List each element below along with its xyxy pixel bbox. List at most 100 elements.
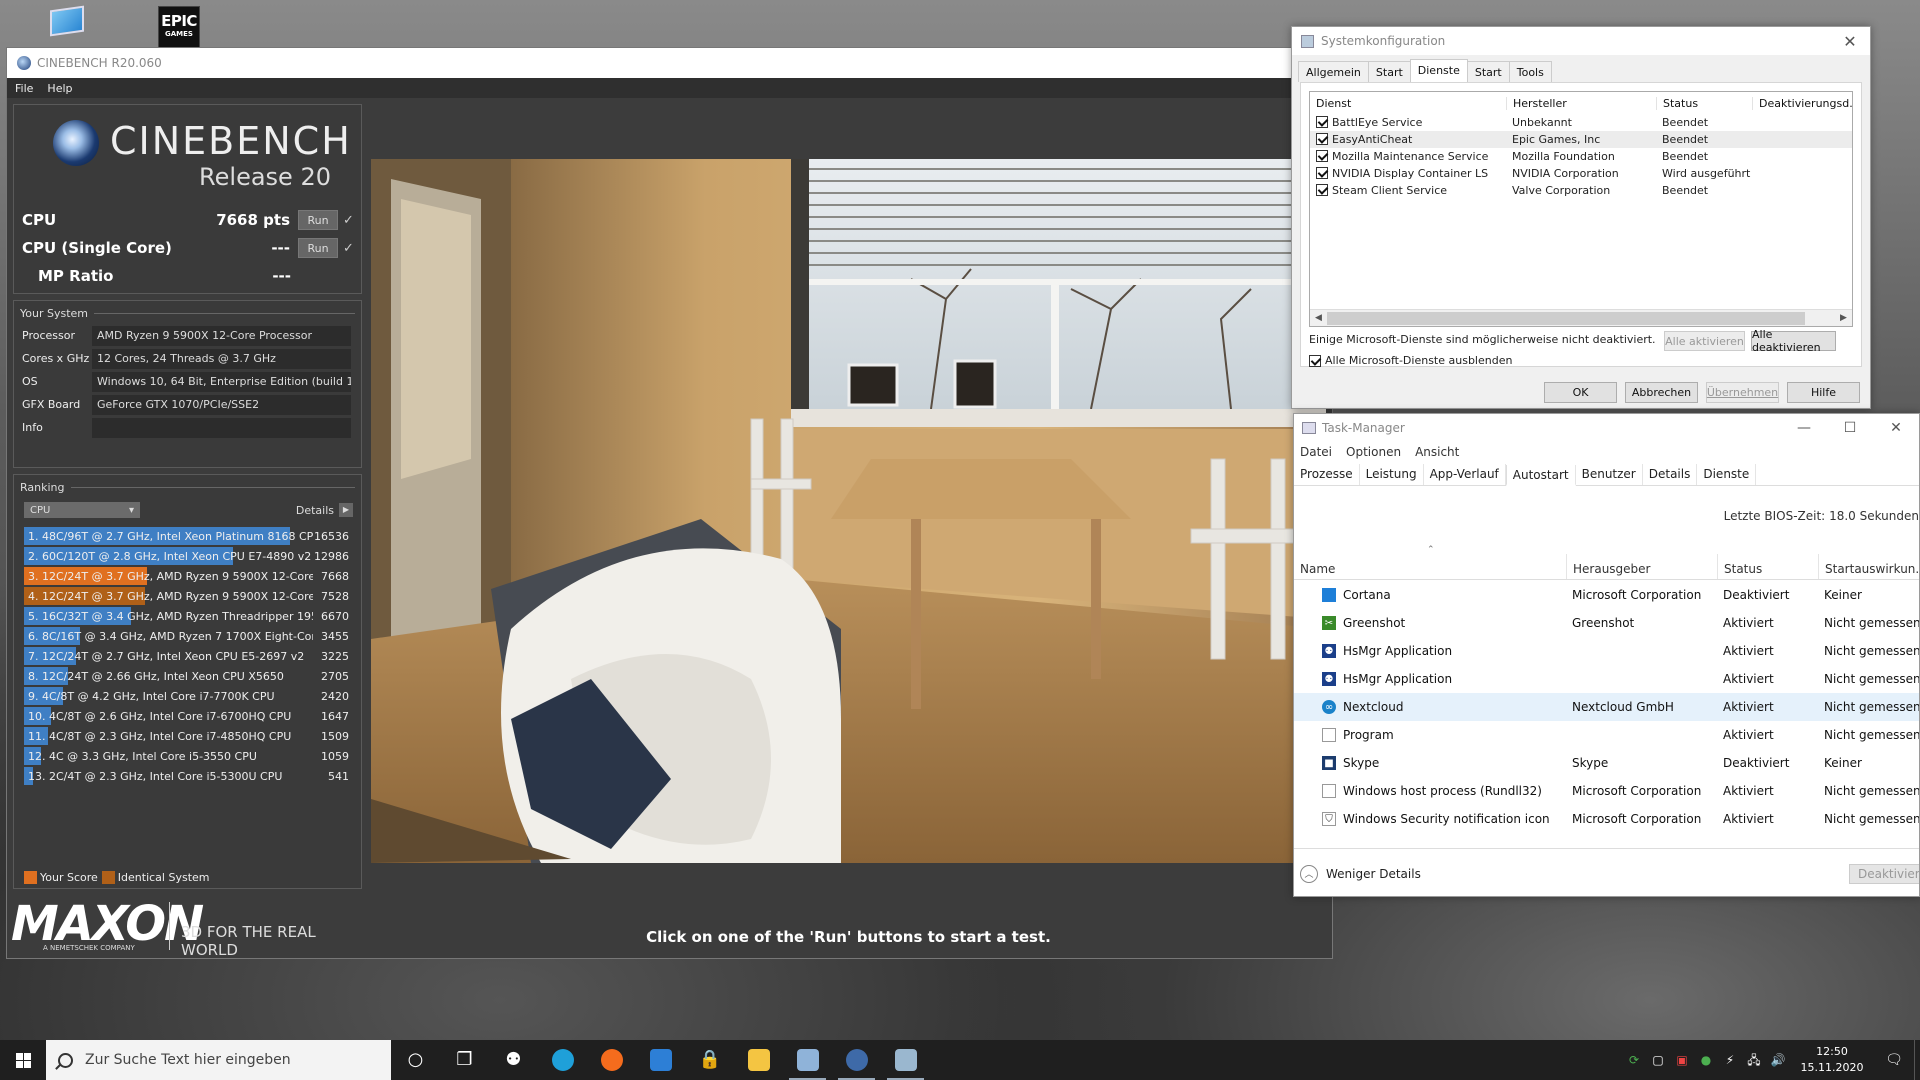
startup-row[interactable]: ⛉ Windows Security notification icon Micro… bbox=[1294, 805, 1919, 833]
taskbar-firefox[interactable] bbox=[587, 1040, 636, 1080]
system-row-value[interactable]: 12 Cores, 24 Threads @ 3.7 GHz bbox=[92, 348, 351, 369]
service-row[interactable]: BattlEye Service Unbekannt Beendet bbox=[1310, 114, 1852, 131]
run-single-core-button[interactable]: Run bbox=[298, 238, 338, 258]
service-row[interactable]: Steam Client Service Valve Corporation Bee… bbox=[1310, 182, 1852, 199]
hide-microsoft-services-checkbox[interactable]: Alle Microsoft-Dienste ausblenden bbox=[1309, 354, 1512, 367]
syscfg-titlebar[interactable]: Systemkonfiguration ✕ bbox=[1292, 27, 1870, 55]
taskbar-cortana-circle[interactable]: ○ bbox=[391, 1040, 440, 1080]
menu-datei[interactable]: Datei bbox=[1300, 445, 1332, 459]
col-hersteller[interactable]: Hersteller bbox=[1506, 96, 1656, 110]
scrollbar-thumb[interactable] bbox=[1327, 311, 1805, 325]
startup-row[interactable]: Cortana Microsoft Corporation Deaktiviert K… bbox=[1294, 581, 1919, 609]
taskbar-cinebench[interactable] bbox=[832, 1040, 881, 1080]
network-icon[interactable]: 🖧 bbox=[1746, 1052, 1762, 1068]
run-cpu-button[interactable]: Run bbox=[298, 210, 338, 230]
taskbar-search-box[interactable]: Zur Suche Text hier eingeben bbox=[46, 1040, 391, 1080]
syscfg-tab[interactable]: Start bbox=[1367, 61, 1411, 82]
taskbar-edge[interactable] bbox=[538, 1040, 587, 1080]
startup-row[interactable]: Windows host process (Rundll32) Microsoft… bbox=[1294, 777, 1919, 805]
apply-button[interactable]: Übernehmen bbox=[1706, 382, 1779, 403]
service-row[interactable]: NVIDIA Display Container LS NVIDIA Corpor… bbox=[1310, 165, 1852, 182]
ranking-item[interactable]: 8. 12C/24T @ 2.66 GHz, Intel Xeon CPU X5… bbox=[24, 666, 353, 686]
menu-help[interactable]: Help bbox=[47, 82, 72, 95]
startup-row[interactable]: ✂ Greenshot Greenshot Aktiviert Nicht gemess… bbox=[1294, 609, 1919, 637]
menu-ansicht[interactable]: Ansicht bbox=[1415, 445, 1459, 459]
close-icon[interactable]: ✕ bbox=[1830, 32, 1870, 51]
startup-row[interactable]: ∞ Nextcloud Nextcloud GmbH Aktiviert Nicht g… bbox=[1294, 693, 1919, 721]
check-icon[interactable]: ✓ bbox=[343, 213, 355, 228]
cancel-button[interactable]: Abbrechen bbox=[1625, 382, 1698, 403]
taskbar-mail[interactable] bbox=[636, 1040, 685, 1080]
system-row-value[interactable]: AMD Ryzen 9 5900X 12-Core Processor bbox=[92, 325, 351, 346]
syscfg-tab[interactable]: Start bbox=[1466, 61, 1510, 82]
taskmgr-tab[interactable]: Leistung bbox=[1360, 464, 1424, 485]
taskmgr-tab[interactable]: Dienste bbox=[1697, 464, 1757, 485]
col-deaktivierungsdatum[interactable]: Deaktivierungsd. bbox=[1752, 96, 1852, 110]
startup-row[interactable]: ⚉ HsMgr Application Aktiviert Nicht gemesse… bbox=[1294, 665, 1919, 693]
ranking-item[interactable]: 13. 2C/4T @ 2.3 GHz, Intel Core i5-5300U… bbox=[24, 766, 353, 786]
syscfg-tab[interactable]: Allgemein bbox=[1298, 61, 1369, 82]
security-tray-icon[interactable]: ● bbox=[1698, 1052, 1714, 1068]
ranking-select[interactable]: CPU ▾ bbox=[24, 502, 140, 518]
taskbar-explorer[interactable] bbox=[734, 1040, 783, 1080]
taskbar-msconfig[interactable] bbox=[783, 1040, 832, 1080]
checkbox-checked-icon[interactable] bbox=[1316, 184, 1328, 196]
ranking-item[interactable]: 10. 4C/8T @ 2.6 GHz, Intel Core i7-6700H… bbox=[24, 706, 353, 726]
taskbar-hsmgr[interactable]: ⚉ bbox=[489, 1040, 538, 1080]
start-button[interactable] bbox=[0, 1040, 46, 1080]
startup-row[interactable]: ⚉ HsMgr Application Aktiviert Nicht gemesse… bbox=[1294, 637, 1919, 665]
show-desktop-button[interactable] bbox=[1914, 1040, 1920, 1080]
system-row-value[interactable] bbox=[92, 417, 351, 438]
col-status[interactable]: Status bbox=[1717, 554, 1818, 579]
disable-startup-button[interactable]: Deaktivieren bbox=[1849, 864, 1919, 884]
col-dienst[interactable]: Dienst bbox=[1310, 97, 1506, 110]
this-pc-icon[interactable] bbox=[44, 2, 92, 46]
services-horizontal-scrollbar[interactable]: ◀ ▶ bbox=[1310, 309, 1852, 326]
syscfg-tab[interactable]: Tools bbox=[1508, 61, 1552, 82]
taskbar-taskmgr[interactable] bbox=[881, 1040, 930, 1080]
checkbox-checked-icon[interactable] bbox=[1316, 150, 1328, 162]
nextcloud-tray-icon[interactable]: ⟳ bbox=[1626, 1052, 1642, 1068]
chevron-up-icon[interactable]: ︿ bbox=[1300, 864, 1318, 883]
service-row[interactable]: EasyAntiCheat Epic Games, Inc Beendet bbox=[1310, 131, 1852, 148]
minimize-icon[interactable]: — bbox=[1781, 420, 1827, 436]
startup-row[interactable]: Program Aktiviert Nicht gemessen bbox=[1294, 721, 1919, 749]
taskmgr-tab[interactable]: Autostart bbox=[1505, 465, 1576, 486]
volume-icon[interactable]: 🔊 bbox=[1770, 1052, 1786, 1068]
service-row[interactable]: Mozilla Maintenance Service Mozilla Found… bbox=[1310, 148, 1852, 165]
enable-all-button[interactable]: Alle aktivieren bbox=[1664, 331, 1745, 351]
scroll-left-icon[interactable]: ◀ bbox=[1310, 313, 1327, 323]
taskmgr-titlebar[interactable]: Task-Manager — ☐ ✕ bbox=[1294, 414, 1919, 442]
startup-row[interactable]: ■ Skype Skype Deaktiviert Keiner bbox=[1294, 749, 1919, 777]
ranking-item[interactable]: 3. 12C/24T @ 3.7 GHz, AMD Ryzen 9 5900X … bbox=[24, 566, 353, 586]
system-row-value[interactable]: Windows 10, 64 Bit, Enterprise Edition (… bbox=[92, 371, 351, 392]
fewer-details-link[interactable]: Weniger Details bbox=[1326, 867, 1421, 881]
ranking-item[interactable]: 9. 4C/8T @ 4.2 GHz, Intel Core i7-7700K … bbox=[24, 686, 353, 706]
menu-optionen[interactable]: Optionen bbox=[1346, 445, 1401, 459]
ranking-item[interactable]: 6. 8C/16T @ 3.4 GHz, AMD Ryzen 7 1700X E… bbox=[24, 626, 353, 646]
ok-button[interactable]: OK bbox=[1544, 382, 1617, 403]
close-icon[interactable]: ✕ bbox=[1873, 420, 1919, 436]
checkbox-checked-icon[interactable] bbox=[1309, 354, 1321, 367]
ranking-item[interactable]: 1. 48C/96T @ 2.7 GHz, Intel Xeon Platinu… bbox=[24, 526, 353, 546]
menu-file[interactable]: File bbox=[15, 82, 33, 95]
taskbar-clock[interactable]: 12:50 15.11.2020 bbox=[1790, 1044, 1874, 1076]
col-startauswirkung[interactable]: Startauswirkun... bbox=[1818, 554, 1919, 579]
ranking-details-button[interactable]: Details ▶ bbox=[296, 503, 353, 517]
checkbox-checked-icon[interactable] bbox=[1316, 167, 1328, 179]
ranking-item[interactable]: 5. 16C/32T @ 3.4 GHz, AMD Ryzen Threadri… bbox=[24, 606, 353, 626]
window-tray-icon[interactable]: ▢ bbox=[1650, 1052, 1666, 1068]
ranking-item[interactable]: 2. 60C/120T @ 2.8 GHz, Intel Xeon CPU E7… bbox=[24, 546, 353, 566]
disable-all-button[interactable]: Alle deaktivieren bbox=[1751, 328, 1836, 354]
ranking-item[interactable]: 7. 12C/24T @ 2.7 GHz, Intel Xeon CPU E5-… bbox=[24, 646, 353, 666]
check-icon[interactable]: ✓ bbox=[343, 241, 355, 256]
scroll-right-icon[interactable]: ▶ bbox=[1835, 313, 1852, 323]
taskbar-keepass[interactable]: 🔒 bbox=[685, 1040, 734, 1080]
checkbox-checked-icon[interactable] bbox=[1316, 116, 1328, 128]
notification-icon[interactable]: 🗨 bbox=[1874, 1052, 1914, 1068]
app-tray-icon[interactable]: ▣ bbox=[1674, 1052, 1690, 1068]
col-herausgeber[interactable]: Herausgeber bbox=[1566, 554, 1717, 579]
ranking-item[interactable]: 11. 4C/8T @ 2.3 GHz, Intel Core i7-4850H… bbox=[24, 726, 353, 746]
system-row-value[interactable]: GeForce GTX 1070/PCIe/SSE2 bbox=[92, 394, 351, 415]
col-name[interactable]: Name bbox=[1294, 554, 1566, 579]
